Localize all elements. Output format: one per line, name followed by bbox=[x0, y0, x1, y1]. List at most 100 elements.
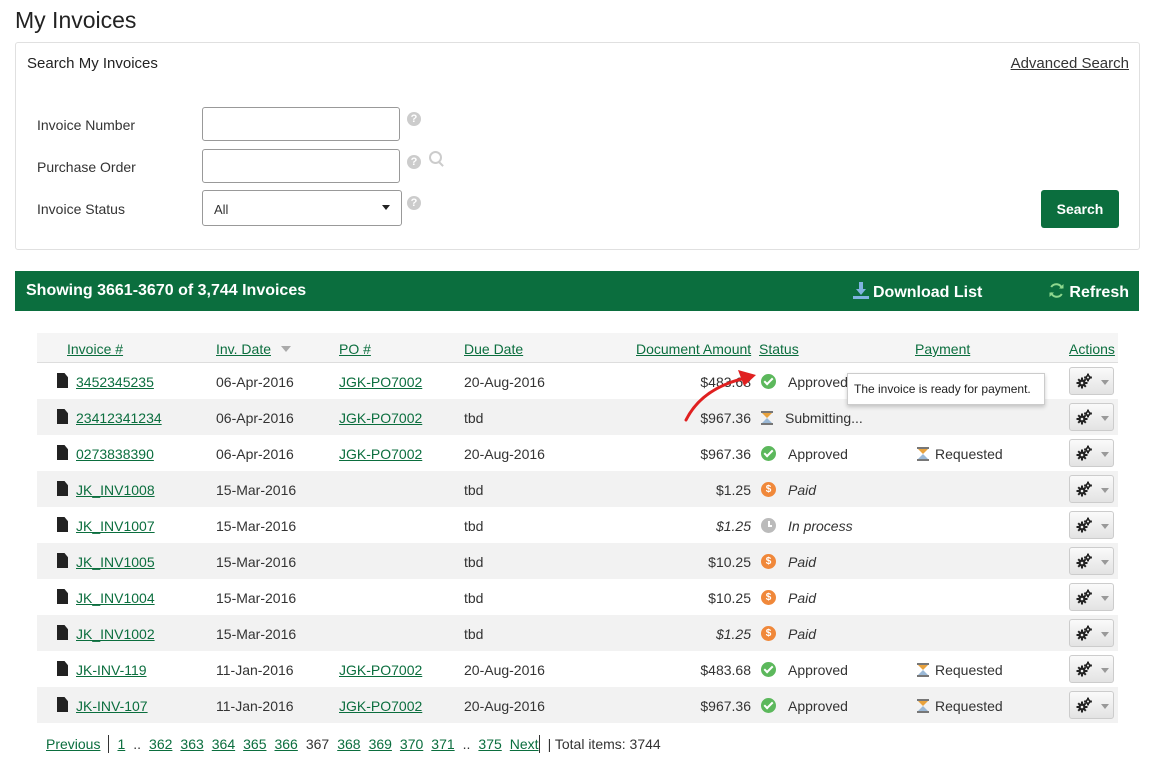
hourglass-part bbox=[917, 711, 929, 713]
invoice-link[interactable]: JK-INV-107 bbox=[76, 698, 148, 714]
chevron-down-icon bbox=[382, 205, 390, 210]
invoice-link[interactable]: JK-INV-119 bbox=[76, 662, 147, 678]
invoice-link[interactable]: JK_INV1005 bbox=[76, 554, 155, 570]
col-status[interactable]: Status bbox=[759, 341, 799, 357]
previous-page-link[interactable]: Previous bbox=[46, 736, 100, 752]
annotation-arrow bbox=[684, 370, 756, 422]
paid-icon: $ bbox=[761, 482, 776, 497]
chevron-down-icon bbox=[1101, 668, 1109, 673]
invoice-date: 15-Mar-2016 bbox=[216, 518, 297, 534]
invoice-link[interactable]: 23412341234 bbox=[76, 410, 162, 426]
page-link[interactable]: 364 bbox=[212, 736, 235, 752]
refresh-button[interactable]: Refresh bbox=[1048, 282, 1129, 302]
due-date: tbd bbox=[464, 482, 484, 498]
table-row: JK-INV-107 11-Jan-2016 JGK-PO7002 20-Aug-20… bbox=[37, 687, 1118, 723]
page-link[interactable]: 362 bbox=[149, 736, 172, 752]
actions-button[interactable] bbox=[1069, 619, 1114, 647]
actions-button[interactable] bbox=[1069, 439, 1114, 467]
actions-button[interactable] bbox=[1069, 511, 1114, 539]
help-icon[interactable]: ? bbox=[407, 155, 421, 169]
search-icon[interactable] bbox=[429, 151, 442, 164]
col-due-date[interactable]: Due Date bbox=[464, 341, 523, 357]
search-button[interactable]: Search bbox=[1041, 190, 1119, 228]
page-link[interactable]: 363 bbox=[180, 736, 203, 752]
col-po-number[interactable]: PO # bbox=[339, 341, 371, 357]
page-link[interactable]: 370 bbox=[400, 736, 423, 752]
actions-button[interactable] bbox=[1069, 403, 1114, 431]
status-text: Paid bbox=[788, 482, 817, 498]
invoice-status-value: All bbox=[214, 202, 229, 217]
due-date: 20-Aug-2016 bbox=[464, 374, 545, 390]
check-icon bbox=[761, 698, 776, 713]
refresh-icon bbox=[1049, 283, 1064, 298]
actions-button[interactable] bbox=[1069, 655, 1114, 683]
page-link[interactable]: 1 bbox=[117, 736, 125, 752]
status-text: Submitting... bbox=[785, 410, 863, 426]
search-panel-title: Search My Invoices bbox=[27, 55, 158, 72]
invoice-link[interactable]: JK_INV1004 bbox=[76, 590, 155, 606]
status-text: Approved bbox=[788, 698, 848, 714]
results-count: Showing 3661-3670 of 3,744 Invoices bbox=[26, 282, 307, 299]
col-document-amount[interactable]: Document Amount bbox=[636, 341, 751, 357]
purchase-order-input[interactable] bbox=[202, 149, 400, 183]
actions-button[interactable] bbox=[1069, 367, 1114, 395]
po-link[interactable]: JGK-PO7002 bbox=[339, 410, 422, 426]
hourglass-part bbox=[917, 675, 929, 677]
chevron-down-icon bbox=[1101, 632, 1109, 637]
page-link[interactable]: 368 bbox=[337, 736, 360, 752]
status-text: Paid bbox=[788, 554, 817, 570]
actions-button[interactable] bbox=[1069, 475, 1114, 503]
page-link[interactable]: 369 bbox=[369, 736, 392, 752]
document-amount: $1.25 bbox=[715, 626, 751, 642]
sort-desc-icon bbox=[281, 346, 291, 352]
table-row: 0273838390 06-Apr-2016 JGK-PO7002 20-Aug-20… bbox=[37, 435, 1118, 471]
col-actions[interactable]: Actions bbox=[1069, 341, 1115, 357]
gear-icon bbox=[1076, 661, 1092, 677]
due-date: 20-Aug-2016 bbox=[464, 662, 545, 678]
document-icon bbox=[57, 661, 68, 676]
invoice-link[interactable]: JK_INV1007 bbox=[76, 518, 155, 534]
col-payment[interactable]: Payment bbox=[915, 341, 970, 357]
po-link[interactable]: JGK-PO7002 bbox=[339, 374, 422, 390]
invoice-link[interactable]: JK_INV1002 bbox=[76, 626, 155, 642]
document-amount: $10.25 bbox=[708, 590, 751, 606]
table-row: JK_INV1004 15-Mar-2016 tbd $10.25 $ Paid bbox=[37, 579, 1118, 615]
purchase-order-label: Purchase Order bbox=[37, 159, 136, 175]
download-list-button[interactable]: Download List bbox=[853, 282, 982, 302]
help-icon[interactable]: ? bbox=[407, 112, 421, 126]
page-link[interactable]: 366 bbox=[274, 736, 297, 752]
page-link[interactable]: 365 bbox=[243, 736, 266, 752]
clock-icon bbox=[761, 518, 776, 533]
document-amount: $967.36 bbox=[700, 446, 751, 462]
next-page-link[interactable]: Next bbox=[510, 736, 539, 752]
po-link[interactable]: JGK-PO7002 bbox=[339, 446, 422, 462]
status-text: Approved bbox=[788, 446, 848, 462]
table-row: JK_INV1007 15-Mar-2016 tbd $1.25 In process bbox=[37, 507, 1118, 543]
invoice-status-select[interactable]: All bbox=[202, 190, 402, 226]
invoice-date: 06-Apr-2016 bbox=[216, 410, 294, 426]
po-link[interactable]: JGK-PO7002 bbox=[339, 698, 422, 714]
po-link[interactable]: JGK-PO7002 bbox=[339, 662, 422, 678]
invoice-number-input[interactable] bbox=[202, 107, 400, 141]
hourglass-part bbox=[917, 459, 929, 461]
actions-button[interactable] bbox=[1069, 583, 1114, 611]
page-link[interactable]: 375 bbox=[478, 736, 501, 752]
gear-icon bbox=[1076, 589, 1092, 605]
invoice-link[interactable]: 3452345235 bbox=[76, 374, 154, 390]
actions-button[interactable] bbox=[1069, 547, 1114, 575]
advanced-search-link[interactable]: Advanced Search bbox=[1011, 55, 1129, 72]
invoice-number-label: Invoice Number bbox=[37, 117, 136, 133]
actions-button[interactable] bbox=[1069, 691, 1114, 719]
due-date: tbd bbox=[464, 590, 484, 606]
col-invoice-number[interactable]: Invoice # bbox=[67, 341, 123, 357]
invoice-link[interactable]: JK_INV1008 bbox=[76, 482, 155, 498]
download-icon bbox=[853, 282, 869, 299]
invoice-link[interactable]: 0273838390 bbox=[76, 446, 154, 462]
document-icon bbox=[57, 697, 68, 712]
page-link[interactable]: 371 bbox=[431, 736, 454, 752]
hourglass-part bbox=[761, 423, 773, 425]
col-inv-date[interactable]: Inv. Date bbox=[216, 341, 291, 357]
help-icon[interactable]: ? bbox=[407, 196, 421, 210]
pager-ellipsis: .. bbox=[133, 736, 142, 752]
current-page: 367 bbox=[305, 736, 330, 752]
